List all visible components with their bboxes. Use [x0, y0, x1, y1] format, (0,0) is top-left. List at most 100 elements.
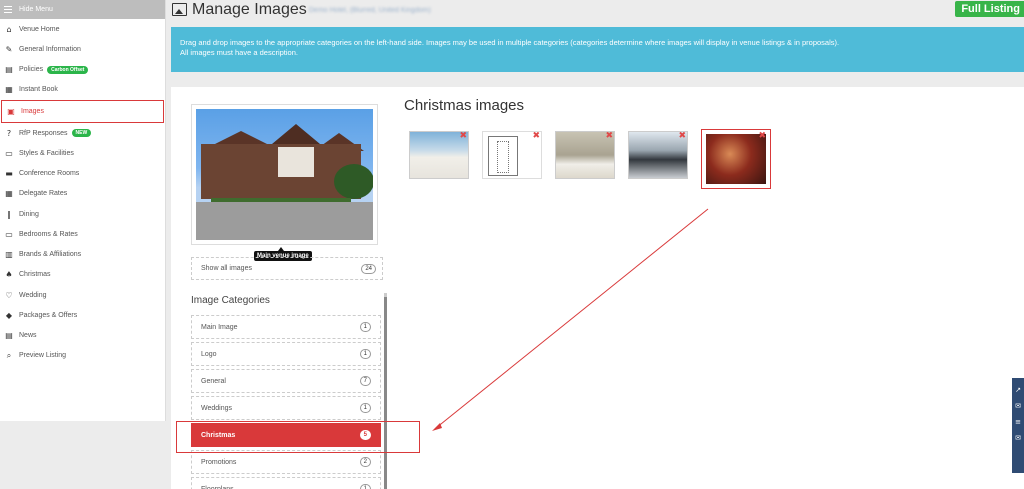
- floating-toolbar[interactable]: ↗ ✉ ≡ ✉: [1012, 378, 1024, 473]
- category-count: 1: [359, 322, 371, 332]
- info-line-1: Drag and drop images to the appropriate …: [180, 38, 840, 47]
- delete-icon[interactable]: ✖: [459, 132, 467, 141]
- main-image-box[interactable]: [191, 104, 378, 245]
- document-icon: ▤: [5, 65, 13, 75]
- book-icon: ▥: [5, 250, 13, 260]
- sidebar-item-conference-rooms[interactable]: ▬ Conference Rooms: [0, 164, 165, 184]
- category-item-logo[interactable]: Logo 1: [191, 342, 381, 366]
- category-highlight: [176, 421, 420, 453]
- sidebar-item-label: Preview Listing: [19, 352, 67, 360]
- category-item-promotions[interactable]: Promotions 2: [191, 450, 381, 474]
- category-count: 1: [359, 403, 371, 413]
- image-icon: ▣: [7, 107, 15, 116]
- category-label: Main Image: [201, 323, 238, 331]
- monitor-icon: ▭: [5, 148, 13, 158]
- sidebar-item-preview-listing[interactable]: ⌕ Preview Listing: [0, 346, 165, 366]
- gallery-thumbnail[interactable]: ✖: [409, 131, 469, 179]
- settings-icon[interactable]: ≡: [1012, 418, 1024, 426]
- image-icon: [172, 3, 187, 16]
- sidebar-item-label: Bedrooms & Rates: [19, 230, 78, 238]
- page-header: Manage Images Demo Hotel, (Blurred, Unit…: [171, 0, 1024, 24]
- sidebar-item-wedding[interactable]: ♡ Wedding: [0, 285, 165, 305]
- category-item-floorplans[interactable]: Floorplans 1: [191, 477, 381, 489]
- sidebar-item-news[interactable]: ▤ News: [0, 326, 165, 346]
- delete-icon[interactable]: ✖: [678, 132, 686, 141]
- info-line-2: All images must have a description.: [180, 48, 298, 57]
- category-item-weddings[interactable]: Weddings 1: [191, 396, 381, 420]
- tags-icon: ◆: [5, 310, 13, 320]
- sidebar-item-label: Brands & Affiliations: [19, 251, 82, 259]
- sidebar-item-dining[interactable]: ‖ Dining: [0, 204, 165, 224]
- sidebar-item-label: Instant Book: [19, 86, 58, 94]
- sidebar-item-delegate-rates[interactable]: ▦ Delegate Rates: [0, 184, 165, 204]
- sidebar-item-label: Styles & Facilities: [19, 149, 74, 157]
- question-icon: ?: [6, 128, 12, 138]
- board-icon: ▬: [5, 169, 13, 179]
- gallery-thumbnail[interactable]: ✖: [628, 131, 688, 179]
- gallery-thumbnail[interactable]: ✖: [555, 131, 615, 179]
- info-banner: Drag and drop images to the appropriate …: [171, 27, 1024, 72]
- delete-icon[interactable]: ✖: [605, 132, 613, 141]
- page-title: Manage Images: [192, 1, 307, 18]
- sidebar-item-label: General Information: [19, 45, 81, 53]
- sidebar: Hide Menu ⌂ Venue Home ✎ General Informatio…: [0, 0, 166, 421]
- venue-name: Demo Hotel, (Blurred, United Kingdom): [309, 7, 431, 14]
- edit-icon: ✎: [5, 44, 13, 54]
- cutlery-icon: ‖: [7, 209, 11, 219]
- sidebar-nav: ⌂ Venue Home ✎ General Information ▤ Policies…: [0, 19, 165, 366]
- gallery-thumbnail[interactable]: ✖: [482, 131, 542, 179]
- sidebar-item-policies[interactable]: ▤ Policies Carbon Offset: [0, 60, 165, 80]
- category-item-main-image[interactable]: Main Image 1: [191, 315, 381, 339]
- sidebar-item-brands-affiliations[interactable]: ▥ Brands & Affiliations: [0, 245, 165, 265]
- delete-icon[interactable]: ✖: [758, 131, 766, 141]
- delete-icon[interactable]: ✖: [532, 132, 540, 141]
- sidebar-item-packages-offers[interactable]: ◆ Packages & Offers: [0, 305, 165, 325]
- sidebar-item-instant-book[interactable]: ▦ Instant Book: [0, 80, 165, 100]
- sidebar-item-label: Christmas: [19, 271, 51, 279]
- sidebar-item-venue-home[interactable]: ⌂ Venue Home: [0, 19, 165, 39]
- full-listing-button[interactable]: Full Listing: [955, 1, 1024, 17]
- show-all-images-button[interactable]: Show all images 24: [191, 257, 383, 280]
- category-label: Weddings: [201, 404, 233, 412]
- main-venue-image: [196, 109, 373, 240]
- category-list: Main Image 1 Logo 1 General 7 Weddings 1 Christm…: [191, 315, 381, 489]
- category-label: Floorplans: [201, 485, 234, 489]
- mail-icon[interactable]: ✉: [1012, 434, 1024, 442]
- sidebar-badge: NEW: [71, 129, 92, 138]
- heart-icon: ♡: [5, 290, 13, 300]
- hide-menu-button[interactable]: Hide Menu: [0, 0, 165, 19]
- sidebar-item-label: RfP Responses: [19, 129, 68, 137]
- home-icon: ⌂: [6, 24, 12, 34]
- sidebar-item-christmas[interactable]: ♠ Christmas: [0, 265, 165, 285]
- show-all-label: Show all images: [201, 265, 252, 272]
- category-count: 2: [359, 457, 371, 467]
- category-scrollbar[interactable]: [384, 293, 387, 489]
- sidebar-item-images[interactable]: ▣ Images: [1, 100, 164, 123]
- image-categories-title: Image Categories: [191, 295, 270, 306]
- sidebar-item-label: Delegate Rates: [19, 190, 68, 198]
- category-count: 1: [359, 349, 371, 359]
- sidebar-item-styles-facilities[interactable]: ▭ Styles & Facilities: [0, 143, 165, 163]
- hamburger-icon: [4, 6, 13, 13]
- gallery-thumbnail-selected[interactable]: ✖: [701, 129, 771, 189]
- category-item-general[interactable]: General 7: [191, 369, 381, 393]
- sidebar-badge: Carbon Offset: [47, 65, 89, 74]
- show-all-count: 24: [361, 263, 376, 274]
- sidebar-item-rfp-responses[interactable]: ? RfP Responses NEW: [0, 123, 165, 143]
- category-label: General: [201, 377, 226, 385]
- sidebar-item-label: Conference Rooms: [19, 170, 80, 178]
- calendar-icon: ▦: [5, 85, 13, 95]
- calculator-icon: ▦: [5, 189, 13, 199]
- hide-menu-label: Hide Menu: [19, 6, 53, 13]
- category-count: 1: [359, 484, 371, 489]
- sidebar-item-bedrooms-rates[interactable]: ▭ Bedrooms & Rates: [0, 224, 165, 244]
- newspaper-icon: ▤: [5, 331, 13, 341]
- category-label: Logo: [201, 350, 217, 358]
- tree-icon: ♠: [5, 270, 13, 280]
- sidebar-item-general-information[interactable]: ✎ General Information: [0, 39, 165, 59]
- bed-icon: ▭: [5, 229, 13, 239]
- share-icon[interactable]: ↗: [1012, 386, 1024, 394]
- gallery-title: Christmas images: [404, 97, 525, 114]
- category-label: Promotions: [201, 458, 237, 466]
- chat-icon[interactable]: ✉: [1012, 402, 1024, 410]
